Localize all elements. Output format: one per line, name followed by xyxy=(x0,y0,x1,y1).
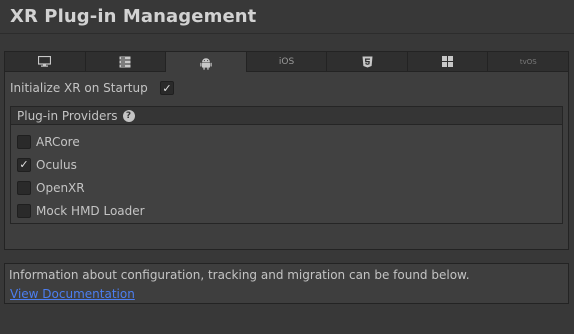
tab-ios[interactable]: iOS xyxy=(247,52,328,71)
tab-standalone[interactable] xyxy=(5,52,86,71)
info-box: Information about configuration, trackin… xyxy=(4,263,569,304)
windows-icon xyxy=(442,56,454,67)
provider-list: ARCore ✓ Oculus OpenXR Mock HMD Loader xyxy=(11,125,562,222)
android-icon xyxy=(200,57,212,70)
provider-item-mock-hmd: Mock HMD Loader xyxy=(11,199,562,222)
provider-label: Oculus xyxy=(36,157,77,172)
settings-panel: Initialize XR on Startup ✓ Plug-in Provi… xyxy=(4,72,569,250)
info-text: Information about configuration, trackin… xyxy=(9,268,470,282)
provider-checkbox-mock-hmd[interactable] xyxy=(17,203,31,218)
html5-icon xyxy=(362,56,373,67)
page-title: XR Plug-in Management xyxy=(10,6,257,27)
plugin-providers-box: Plug-in Providers ? ARCore ✓ Oculus Open… xyxy=(10,106,563,224)
platform-tab-bar: iOS tvOS xyxy=(4,51,569,74)
tab-ios-label: iOS xyxy=(278,56,295,67)
title-divider xyxy=(0,33,574,34)
init-xr-row: Initialize XR on Startup ✓ xyxy=(10,81,174,95)
tab-windows[interactable] xyxy=(408,52,489,71)
plugin-providers-title: Plug-in Providers xyxy=(17,108,118,123)
provider-label: Mock HMD Loader xyxy=(36,203,145,218)
provider-checkbox-oculus[interactable]: ✓ xyxy=(17,157,31,172)
init-xr-checkbox[interactable]: ✓ xyxy=(160,81,174,95)
monitor-icon xyxy=(38,56,52,67)
check-icon: ✓ xyxy=(162,81,172,95)
provider-item-arcore: ARCore xyxy=(11,130,562,153)
view-documentation-link[interactable]: View Documentation xyxy=(10,287,135,301)
server-icon xyxy=(119,56,131,67)
check-icon: ✓ xyxy=(19,158,29,171)
provider-label: ARCore xyxy=(36,134,80,149)
provider-checkbox-openxr[interactable] xyxy=(17,180,31,195)
init-xr-label: Initialize XR on Startup xyxy=(10,81,148,95)
tab-dedicated-server[interactable] xyxy=(86,52,167,71)
tab-webgl[interactable] xyxy=(327,52,408,71)
provider-label: OpenXR xyxy=(36,180,85,195)
tab-android[interactable] xyxy=(166,52,247,74)
tab-tvos[interactable]: tvOS xyxy=(488,52,568,71)
provider-item-oculus: ✓ Oculus xyxy=(11,153,562,176)
provider-checkbox-arcore[interactable] xyxy=(17,134,31,149)
tab-tvos-label: tvOS xyxy=(519,57,537,66)
help-icon[interactable]: ? xyxy=(122,109,135,122)
plugin-providers-header: Plug-in Providers ? xyxy=(11,107,562,125)
provider-item-openxr: OpenXR xyxy=(11,176,562,199)
